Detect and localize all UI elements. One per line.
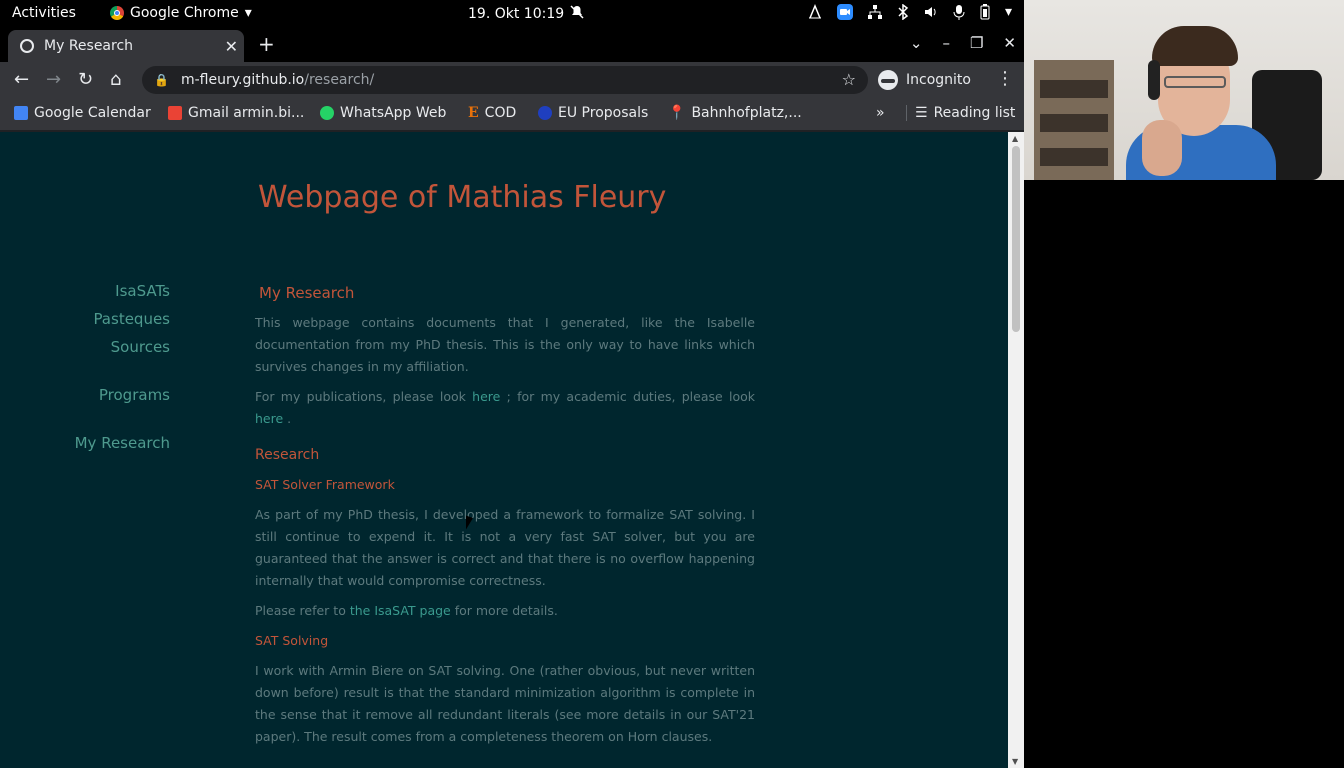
headset: [1148, 60, 1160, 100]
notifications-off-icon: [570, 5, 584, 23]
maximize-button[interactable]: ❐: [970, 34, 983, 52]
bookmark-bahnhofplatz[interactable]: 📍 Bahnhofplatz,...: [668, 105, 802, 121]
scroll-up-icon[interactable]: ▲: [1012, 134, 1018, 143]
scroll-down-icon[interactable]: ▼: [1012, 757, 1018, 766]
clock[interactable]: 19. Okt 10:19: [468, 5, 584, 23]
publications-paragraph: For my publications, please look here ; …: [255, 389, 755, 426]
reading-list-icon: ☰: [915, 105, 928, 121]
bookmark-eu-proposals[interactable]: EU Proposals: [538, 105, 648, 121]
volume-icon: [924, 7, 936, 17]
activities-button[interactable]: Activities: [12, 5, 76, 21]
battery-icon: [980, 4, 990, 20]
main-content: My Research This webpage contains docume…: [255, 282, 755, 748]
incognito-label: Incognito: [906, 72, 971, 88]
tab-my-research[interactable]: My Research ✕: [8, 30, 244, 62]
section-title: My Research: [259, 284, 355, 302]
system-tray[interactable]: ▾: [807, 4, 1012, 20]
caret-down-icon: ▾: [244, 5, 252, 21]
intro-paragraph: This webpage contains documents that I g…: [255, 315, 755, 374]
bluetooth-icon: [898, 4, 909, 20]
nav-isasats[interactable]: IsaSATs: [115, 282, 170, 300]
close-window-button[interactable]: ✕: [1003, 34, 1016, 52]
url-host: m-fleury.github.io: [180, 72, 305, 88]
tab-search-icon[interactable]: ⌄: [910, 34, 923, 52]
minimize-button[interactable]: –: [942, 34, 950, 52]
more-bookmarks-button[interactable]: »: [876, 105, 885, 121]
sat-framework-paragraph: As part of my PhD thesis, I developed a …: [255, 507, 755, 588]
globe-icon: [20, 39, 34, 53]
incognito-icon: [878, 70, 898, 90]
bookmark-cod[interactable]: E COD: [468, 105, 516, 121]
app-menu[interactable]: Google Chrome ▾: [110, 5, 252, 21]
address-bar[interactable]: 🔒 m-fleury.github.io/research/ ☆: [142, 66, 868, 94]
whatsapp-icon: [320, 106, 334, 120]
tab-strip: My Research ✕ + ⌄ – ❐ ✕: [0, 26, 1024, 62]
chrome-icon: [110, 6, 124, 20]
lock-icon[interactable]: 🔒: [154, 73, 169, 87]
tab-title: My Research: [44, 38, 134, 54]
app-name: Google Chrome: [130, 5, 239, 21]
publications-link[interactable]: here: [472, 389, 500, 404]
nav-pasteques[interactable]: Pasteques: [93, 310, 170, 328]
bookmarks-bar: Google Calendar Gmail armin.bi... WhatsA…: [0, 98, 1024, 131]
eu-flag-icon: [538, 106, 552, 120]
sat-solving-heading: SAT Solving: [255, 633, 329, 648]
person-hair: [1152, 26, 1238, 66]
sat-solving-paragraph: I work with Armin Biere on SAT solving. …: [255, 663, 755, 744]
browser-menu-button[interactable]: ⋮: [996, 68, 1014, 89]
research-heading: Research: [255, 447, 320, 463]
home-button[interactable]: ⌂: [110, 69, 121, 90]
caret-down-icon: ▾: [1004, 4, 1012, 20]
incognito-badge[interactable]: Incognito: [878, 68, 971, 92]
page-title: Webpage of Mathias Fleury: [258, 180, 667, 215]
clock-text: 19. Okt 10:19: [468, 6, 565, 22]
window-controls: ⌄ – ❐ ✕: [910, 34, 1016, 52]
nav-sources[interactable]: Sources: [111, 338, 170, 356]
bookmark-whatsapp[interactable]: WhatsApp Web: [320, 105, 446, 121]
nav-my-research[interactable]: My Research: [75, 434, 170, 452]
bookmark-gmail[interactable]: Gmail armin.bi...: [168, 105, 304, 121]
close-tab-icon[interactable]: ✕: [225, 37, 238, 56]
calendar-icon: [14, 106, 28, 120]
reading-list-button[interactable]: ☰ Reading list: [906, 105, 1015, 121]
back-button[interactable]: ←: [14, 69, 29, 90]
chrome-window: My Research ✕ + ⌄ – ❐ ✕ ← → ↻ ⌂ 🔒 m-fleu…: [0, 26, 1024, 768]
url-text: m-fleury.github.io/research/: [181, 72, 374, 88]
gmail-icon: [168, 106, 182, 120]
bookmark-star-icon[interactable]: ☆: [842, 70, 856, 89]
maps-pin-icon: 📍: [668, 105, 686, 121]
webcam-overlay: [1024, 0, 1344, 180]
network-icon: [867, 5, 882, 19]
nav-programs[interactable]: Programs: [99, 386, 170, 404]
glasses: [1164, 76, 1226, 88]
reload-button[interactable]: ↻: [78, 69, 93, 90]
cod-icon: E: [468, 105, 479, 121]
microphone-icon: [953, 5, 965, 20]
duties-link[interactable]: here: [255, 411, 283, 426]
browser-toolbar: ← → ↻ ⌂ 🔒 m-fleury.github.io/research/ ☆…: [0, 62, 1024, 98]
scrollbar-thumb[interactable]: [1012, 146, 1020, 332]
refer-paragraph: Please refer to the IsaSAT page for more…: [255, 603, 558, 618]
person-hand: [1142, 120, 1182, 176]
page-scrollbar[interactable]: ▲ ▼: [1008, 132, 1024, 768]
web-page: Webpage of Mathias Fleury IsaSATs Pasteq…: [0, 132, 1008, 768]
isasat-page-link[interactable]: the IsaSAT page: [350, 603, 451, 618]
sat-framework-heading: SAT Solver Framework: [255, 477, 395, 492]
forward-button[interactable]: →: [46, 69, 61, 90]
zoom-icon: [836, 4, 853, 20]
drawing-icon: [808, 4, 821, 19]
bookshelf: [1034, 60, 1114, 180]
bookmark-google-calendar[interactable]: Google Calendar: [14, 105, 151, 121]
url-path: /research/: [304, 72, 375, 88]
new-tab-button[interactable]: +: [258, 32, 275, 56]
